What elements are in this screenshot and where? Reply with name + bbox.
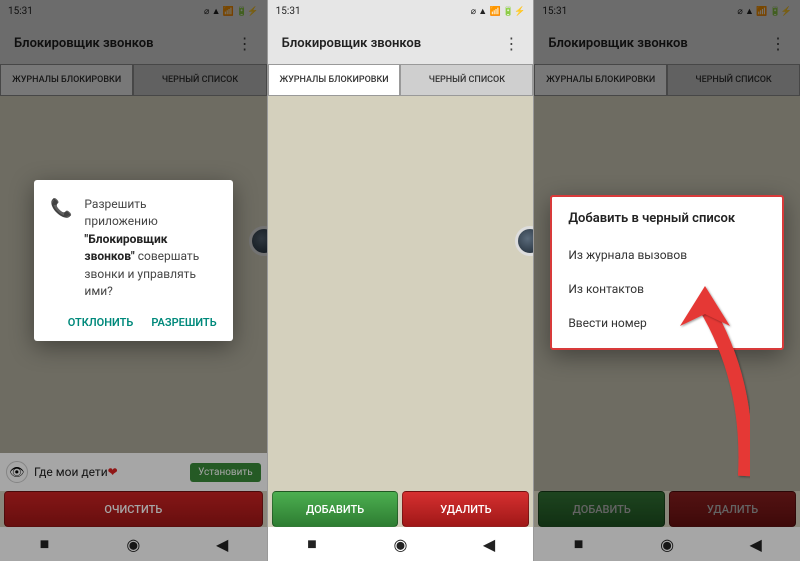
deny-button[interactable]: ОТКЛОНИТЬ [68, 316, 134, 329]
bottom-buttons: ДОБАВИТЬ УДАЛИТЬ [268, 491, 534, 527]
content-area [268, 96, 534, 491]
add-to-blacklist-menu: Добавить в черный список Из журнала вызо… [550, 195, 784, 350]
delete-button[interactable]: УДАЛИТЬ [402, 491, 529, 527]
menu-item-from-log[interactable]: Из журнала вызовов [568, 238, 766, 272]
permission-text: Разрешить приложению "Блокировщик звонко… [84, 196, 216, 300]
nav-recents-icon[interactable]: ■ [305, 537, 319, 551]
phone-screen-2: 15:31 ⌀ ▲ 📶 🔋⚡ Блокировщик звонков ⋮ ЖУР… [267, 0, 534, 561]
menu-item-from-contacts[interactable]: Из контактов [568, 272, 766, 306]
status-icons: ⌀ ▲ 📶 🔋⚡ [471, 6, 526, 17]
tab-blacklist[interactable]: ЧЕРНЫЙ СПИСОК [400, 64, 533, 96]
tabs: ЖУРНАЛЫ БЛОКИРОВКИ ЧЕРНЫЙ СПИСОК [268, 64, 534, 96]
menu-title: Добавить в черный список [568, 211, 766, 226]
nav-back-icon[interactable]: ◀ [482, 537, 496, 551]
phone-screen-3: 15:31 ⌀ ▲ 📶 🔋⚡ Блокировщик звонков ⋮ ЖУР… [533, 0, 800, 561]
status-time: 15:31 [276, 6, 301, 17]
allow-button[interactable]: РАЗРЕШИТЬ [151, 316, 216, 329]
phone-screen-1: 15:31 ⌀ ▲ 📶 🔋⚡ Блокировщик звонков ⋮ ЖУР… [0, 0, 267, 561]
more-icon[interactable]: ⋮ [503, 34, 519, 53]
tab-logs[interactable]: ЖУРНАЛЫ БЛОКИРОВКИ [268, 64, 401, 96]
add-button[interactable]: ДОБАВИТЬ [272, 491, 399, 527]
status-bar: 15:31 ⌀ ▲ 📶 🔋⚡ [268, 0, 534, 22]
app-title: Блокировщик звонков [282, 36, 421, 51]
app-bar: Блокировщик звонков ⋮ [268, 22, 534, 64]
decoration-orb [515, 226, 533, 256]
nav-home-icon[interactable]: ◉ [393, 537, 407, 551]
android-nav-bar: ■ ◉ ◀ [268, 527, 534, 561]
permission-dialog: 📞 Разрешить приложению "Блокировщик звон… [34, 180, 233, 341]
menu-item-enter-number[interactable]: Ввести номер [568, 306, 766, 340]
phone-icon: 📞 [50, 198, 72, 300]
